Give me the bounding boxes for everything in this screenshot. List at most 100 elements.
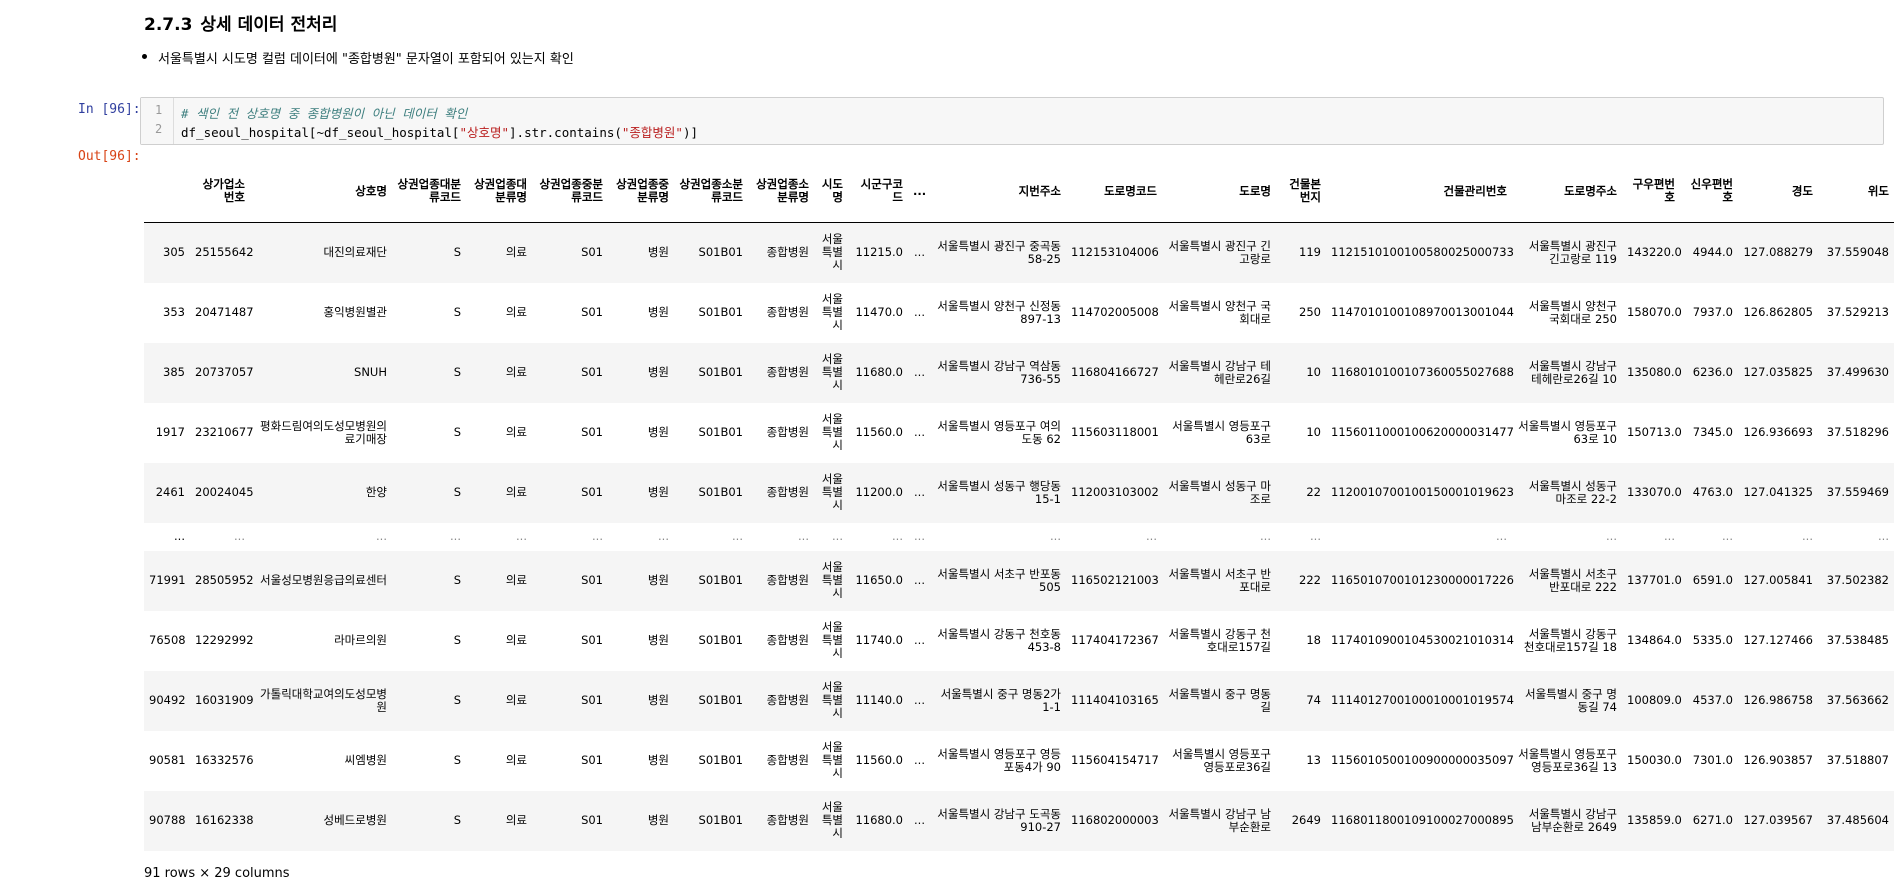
table-cell: 종합병원 (766, 813, 809, 827)
table-cell: S01B01 (698, 305, 743, 319)
table-cell: ... (1050, 529, 1061, 543)
table-cell: S01 (581, 573, 603, 587)
table-cell: 115604154717 (1071, 753, 1159, 767)
table-cell: S01B01 (698, 245, 743, 260)
table-cell: 서울특별시 (821, 680, 843, 720)
output-prompt: Out[96]: (78, 149, 141, 164)
table-cell: ... (1664, 529, 1675, 543)
table-cell: ... (914, 633, 925, 647)
table-cell: ... (892, 529, 903, 543)
table-cell: 병원 (647, 633, 669, 647)
table-cell: 서울특별시 강동구 천호동 453-8 (937, 626, 1061, 654)
table-cell: 23210677 (195, 425, 254, 439)
table-cell: ... (1146, 529, 1157, 543)
code-cell[interactable]: 1 2 # 색인 전 상호명 중 종합병원이 아닌 데이터 확인 df_seou… (140, 97, 1884, 145)
table-cell: ... (914, 753, 925, 767)
table-cell: 134864.0 (1627, 633, 1682, 647)
table-cell: 1168010100107360055027688 (1331, 365, 1514, 379)
table-cell: 4944.0 (1692, 245, 1733, 260)
table-cell: S01 (581, 753, 603, 767)
row-index: 71991 (149, 573, 186, 587)
table-cell: 20737057 (195, 365, 254, 379)
table-cell: 126.903857 (1743, 753, 1813, 767)
table-cell: 1156011000100620000031477 (1331, 425, 1514, 439)
table-cell: 112153104006 (1071, 245, 1159, 260)
code-line: df_seoul_hospital[~df_seoul_hospital["상호… (181, 122, 698, 141)
table-cell: 20471487 (195, 305, 254, 319)
table-cell: ... (1606, 529, 1617, 543)
table-cell: 서울특별시 (821, 232, 843, 273)
table-cell: ... (516, 529, 527, 543)
table-cell: S (453, 573, 461, 587)
table-cell: 126.936693 (1743, 425, 1813, 439)
dataframe-shape: 91 rows × 29 columns (144, 866, 290, 881)
table-cell: 10 (1306, 365, 1321, 379)
table-cell: 100809.0 (1627, 693, 1682, 707)
table-cell: 2649 (1291, 813, 1321, 827)
row-index: 305 (163, 245, 185, 260)
table-cell: S (453, 485, 461, 499)
table-cell: 74 (1306, 693, 1321, 707)
table-cell: 137701.0 (1627, 573, 1682, 587)
table-cell: 127.005841 (1743, 573, 1813, 587)
column-header: 지번주소 (930, 160, 1066, 223)
table-header-row: 상가업소번호 상호명 상권업종대분류코드 상권업종대분류명 상권업종중분류코드 상권업종중… (144, 160, 1894, 223)
table-cell: S01B01 (698, 633, 743, 647)
table-cell: 평화드림여의도성모병원의료기매장 (260, 418, 387, 446)
table-cell: 서울특별시 영등포구 여의도동 62 (937, 418, 1061, 446)
table-cell: 종합병원 (766, 245, 809, 260)
section-heading: 2.7.3 상세 데이터 전처리 (144, 10, 337, 35)
table-row: 305 25155642 대진의료재단 S 의료 S01 병원 S01B01 종합병원 서울특별시… (144, 222, 1894, 283)
table-cell: 의료 (505, 425, 527, 439)
table-row: 90581 16332576 씨엠병원 S 의료 S01 병원 S01B01 종합병원 서울특별시… (144, 731, 1894, 791)
table-cell: 1168011800109100027000895 (1331, 813, 1514, 827)
table-cell: ... (1802, 529, 1813, 543)
table-cell: 116804166727 (1071, 365, 1159, 379)
table-cell: 서울특별시 양천구 신정동 897-13 (937, 298, 1061, 326)
table-cell: 1156010500100900000035097 (1331, 753, 1514, 767)
column-header: 도로명주소 (1512, 160, 1622, 223)
table-cell: ... (914, 365, 925, 379)
column-header: 상가업소번호 (190, 160, 250, 223)
table-cell: S (453, 425, 461, 439)
table-row: 353 20471487 홍익병원별관 S 의료 S01 병원 S01B01 종합병원 서울특별시… (144, 283, 1894, 343)
table-cell: 대진의료재단 (323, 245, 387, 260)
table-cell: 서울특별시 강동구 천호대로157길 (1168, 626, 1271, 654)
table-cell: 서울특별시 강남구 남부순환로 (1168, 806, 1271, 834)
table-cell: 종합병원 (766, 485, 809, 499)
table-cell: 13 (1306, 753, 1321, 767)
table-cell: 종합병원 (766, 573, 809, 587)
table-cell: 의료 (505, 365, 527, 379)
table-cell: 서울특별시 (821, 412, 843, 452)
row-index: ... (174, 529, 185, 543)
table-cell: 병원 (647, 365, 669, 379)
dataframe-table: 상가업소번호 상호명 상권업종대분류코드 상권업종대분류명 상권업종중분류코드 상권업종중… (144, 160, 1894, 851)
column-header: 상호명 (250, 160, 392, 223)
table-cell: 37.559469 (1826, 485, 1889, 499)
table-cell: 143220.0 (1627, 245, 1682, 260)
table-cell: 127.035825 (1743, 365, 1813, 379)
table-cell: ... (914, 425, 925, 439)
table-row: ........................................… (144, 522, 1894, 551)
table-cell: 10 (1306, 425, 1321, 439)
column-header: 경도 (1738, 160, 1818, 223)
table-cell: 병원 (647, 245, 669, 260)
table-cell: 서울특별시 영등포구 영등포로36길 13 (1518, 746, 1617, 774)
table-cell: 11215.0 (855, 245, 903, 260)
table-cell: S01B01 (698, 693, 743, 707)
table-cell: 119 (1299, 245, 1321, 260)
table-cell: 1121510100100580025000733 (1331, 245, 1514, 260)
table-cell: ... (914, 693, 925, 707)
column-header: 도로명 (1162, 160, 1276, 223)
table-cell: 22 (1306, 485, 1321, 499)
table-cell: 11680.0 (855, 813, 903, 827)
table-cell: 6271.0 (1692, 813, 1733, 827)
column-header (144, 160, 190, 223)
table-cell: 종합병원 (766, 693, 809, 707)
table-cell: 병원 (647, 813, 669, 827)
table-cell: 서울특별시 광진구 중곡동 58-25 (937, 238, 1061, 266)
table-cell: 서울특별시 영등포구 63로 10 (1518, 418, 1617, 446)
table-cell: 126.986758 (1743, 693, 1813, 707)
table-cell: 서울특별시 성동구 마조로 22-2 (1528, 478, 1617, 506)
table-cell: 20024045 (195, 485, 254, 499)
